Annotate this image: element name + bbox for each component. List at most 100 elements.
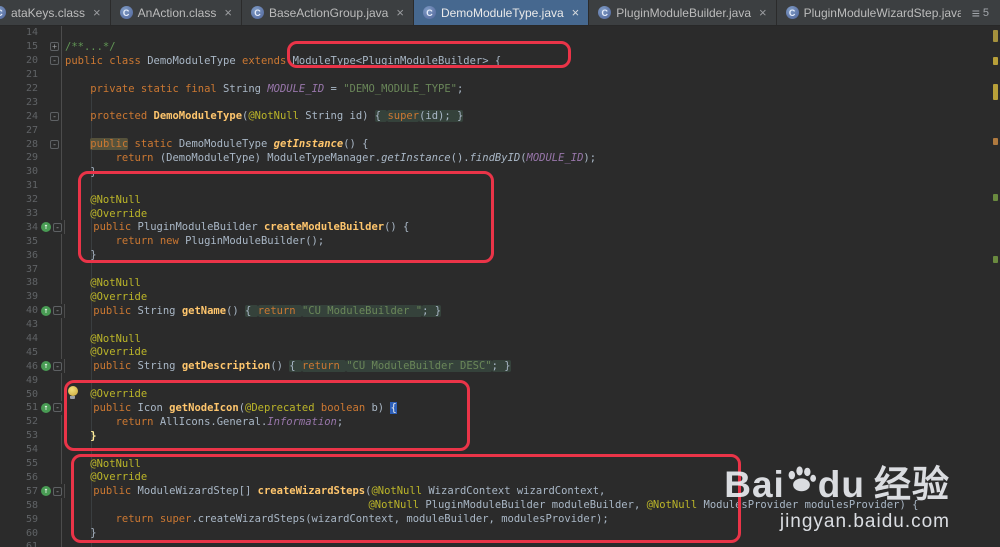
code-line[interactable]: 29 return (DemoModuleType) ModuleTypeMan… [0,151,1000,165]
code-token: DemoModuleType [153,110,243,123]
code-line[interactable]: 49 [0,373,1000,388]
override-marker-icon[interactable]: ↑ [41,222,51,233]
code-line[interactable]: 46 ↑ - public String getDescription() { re… [0,359,1000,374]
code-line[interactable]: 54 [0,442,1000,457]
code-line[interactable]: 40 ↑ - public String getName() { return "C… [0,303,1000,318]
line-number: 36 [25,249,38,261]
code-line[interactable]: 35 return new PluginModuleBuilder(); [0,234,1000,249]
class-file-icon: C [422,6,436,19]
error-stripe-mark[interactable] [993,138,998,145]
fold-marker-icon[interactable]: - [50,139,59,149]
code-token: @NotNull [65,457,141,470]
code-line[interactable]: 61 [0,539,1000,547]
tab-close-icon[interactable]: × [572,6,580,19]
code-token: public class [65,54,148,67]
tab-close-icon[interactable]: × [93,6,101,19]
gutter: ↑ - [41,401,65,415]
code-line[interactable]: 44 @NotNull [0,331,1000,346]
fold-marker-icon[interactable]: - [50,111,59,121]
code-text: public PluginModuleBuilder createModuleB… [65,221,409,233]
code-text: public static DemoModuleType getInstance… [62,138,368,151]
code-line[interactable]: 55 @NotNull [0,456,1000,471]
code-line[interactable]: 53 } [0,428,1000,443]
code-line[interactable]: 33 @Override [0,206,1000,221]
gutter: ↑ - [41,303,65,318]
gutter [41,470,62,485]
tab-close-icon[interactable]: × [224,6,232,19]
code-line[interactable]: 20 - public class DemoModuleType extends M… [0,53,1000,68]
editor-tab[interactable]: C DemoModuleType.java × [413,0,590,25]
editor-tab[interactable]: C BaseActionGroup.java × [242,0,414,25]
code-line[interactable]: 23 [0,95,1000,110]
override-marker-icon[interactable]: ↑ [41,402,51,413]
code-text: @NotNull [62,458,141,470]
override-marker-icon[interactable]: ↑ [41,361,51,372]
gutter [41,234,62,249]
fold-marker-icon[interactable]: - [53,403,62,413]
code-line[interactable]: 39 @Override [0,289,1000,304]
code-line[interactable]: 57 ↑ - public ModuleWizardStep[] createWiz… [0,484,1000,499]
code-line[interactable]: 38 @NotNull [0,276,1000,290]
fold-marker-icon[interactable]: - [53,306,62,316]
tab-close-icon[interactable]: × [759,6,767,19]
code-line[interactable]: 27 [0,123,1000,138]
code-line[interactable]: 52 return AllIcons.General.Information; [0,414,1000,429]
gutter [41,442,62,457]
gutter [41,289,62,304]
code-line[interactable]: 58 @NotNull PluginModuleBuilder moduleBu… [0,498,1000,513]
code-line[interactable]: 30 } [0,164,1000,179]
code-line[interactable]: 21 [0,67,1000,82]
editor-tab[interactable]: C AnAction.class × [111,0,242,25]
code-token: return [65,415,160,428]
code-line[interactable]: 32 @NotNull [0,192,1000,207]
error-stripe-mark[interactable] [993,194,998,201]
code-token: @NotNull [371,485,423,498]
code-line[interactable]: 56 @Override [0,470,1000,485]
fold-marker-icon[interactable]: - [50,56,59,66]
tab-close-icon[interactable]: × [396,6,404,19]
code-line[interactable]: 15 +/**...*/ [0,39,1000,54]
error-stripe-mark[interactable] [993,57,998,65]
code-token: MODULE_ID [526,151,584,164]
code-token: ); [583,151,597,164]
editor-tab[interactable]: CataKeys.class × [0,0,111,25]
code-line[interactable]: 31 [0,178,1000,193]
code-line[interactable]: 59 return super.createWizardSteps(wizard… [0,512,1000,527]
error-stripe-mark[interactable] [993,30,998,42]
override-marker-icon[interactable]: ↑ [41,305,51,316]
editor-tab[interactable]: CPluginModuleWizardStep.java× [777,0,961,25]
code-line[interactable]: 45 @Override [0,345,1000,360]
code-editor[interactable]: 14 15 +/**...*/20- public class DemoModuleT… [0,26,1000,547]
override-marker-icon[interactable]: ↑ [41,486,51,497]
code-line[interactable]: 37 [0,262,1000,277]
code-line[interactable]: 51 ↑ - public Icon getNodeIcon(@Deprecated… [0,401,1000,415]
gutter [41,331,62,346]
code-line[interactable]: 60 } [0,526,1000,540]
code-token: @NotNull [65,276,141,289]
gutter [41,498,62,513]
error-stripe-mark[interactable] [993,256,998,263]
code-line[interactable]: 34 ↑ - public PluginModuleBuilder createMo… [0,220,1000,235]
line-number: 56 [25,471,38,483]
line-number: 57 [25,485,38,497]
fold-marker-icon[interactable]: - [53,361,62,371]
code-line[interactable]: 36 } [0,248,1000,263]
code-line[interactable]: 22 private static final String MODULE_ID… [0,81,1000,96]
code-line[interactable]: 28 - public static DemoModuleType getInst… [0,137,1000,152]
code-token: String [137,304,182,317]
line-number: 24 [25,110,38,122]
error-stripe-mark[interactable] [993,84,998,100]
hidden-tabs-control[interactable]: ≡ 5 [961,0,1000,25]
code-line[interactable]: 50 @Override [0,387,1000,402]
code-line[interactable]: 24 - protected DemoModuleType(@NotNull St… [0,109,1000,124]
code-token: { [289,360,302,373]
editor-tab[interactable]: C PluginModuleBuilder.java × [589,0,777,25]
code-line[interactable]: 43 [0,317,1000,332]
gutter: - [41,53,62,68]
fold-marker-icon[interactable]: + [50,42,59,52]
code-line[interactable]: 14 [0,26,1000,40]
fold-marker-icon[interactable]: - [53,486,62,496]
fold-marker-icon[interactable]: - [53,222,62,232]
code-token: () [270,360,290,373]
